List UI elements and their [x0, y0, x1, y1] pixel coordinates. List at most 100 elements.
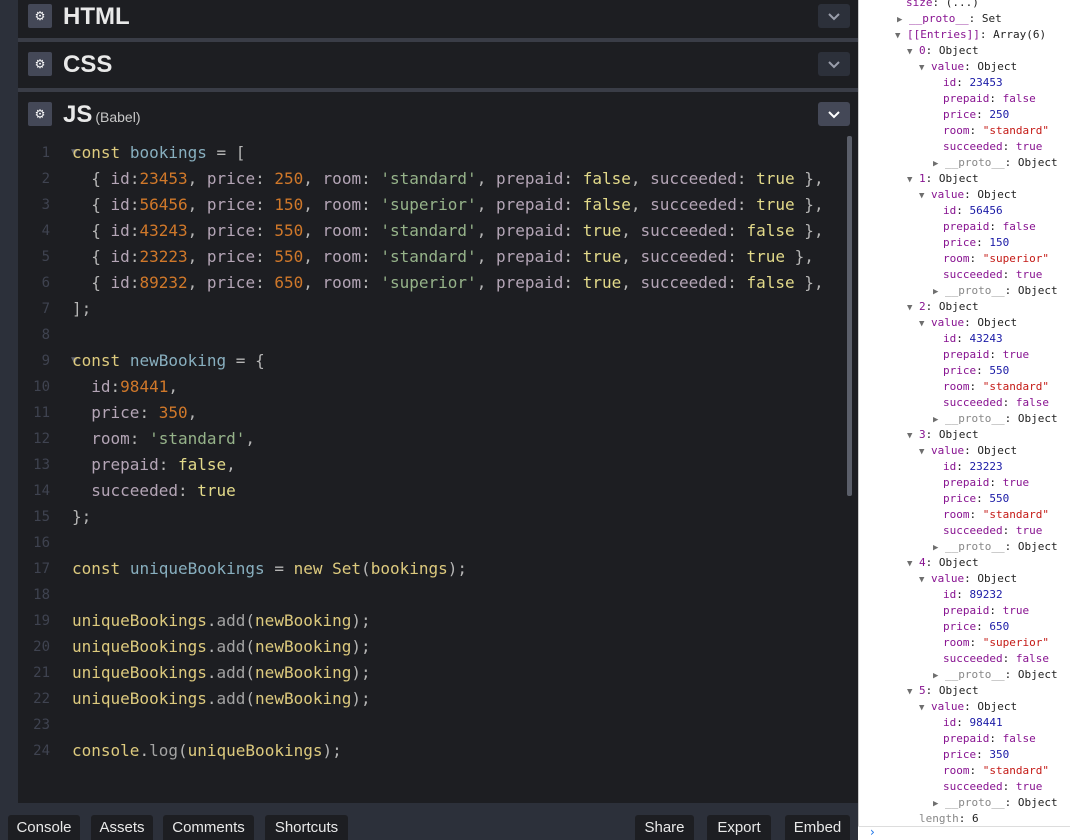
console-prop-id[interactable]: id: 43243 [943, 331, 1003, 347]
console-entry-proto[interactable]: ▶ __proto__: Object [933, 539, 1058, 556]
gear-icon[interactable]: ⚙ [28, 4, 52, 28]
code-line[interactable]: uniqueBookings.add(newBooking); [72, 686, 371, 712]
prompt-caret-icon: › [870, 825, 875, 839]
code-line[interactable]: const newBooking = { [72, 348, 265, 374]
html-panel-header[interactable]: ⚙ HTML [18, 0, 858, 38]
js-title-text: JS [63, 101, 93, 128]
code-line[interactable]: uniqueBookings.add(newBooking); [72, 660, 371, 686]
console-length[interactable]: length: 6 [919, 811, 979, 827]
console-entry-value[interactable]: ▼ value: Object [919, 443, 1017, 460]
assets-button[interactable]: Assets [91, 815, 153, 840]
console-entry-value[interactable]: ▼ value: Object [919, 315, 1017, 332]
console-entry-value[interactable]: ▼ value: Object [919, 187, 1017, 204]
console-entry-value[interactable]: ▼ value: Object [919, 571, 1017, 588]
code-line[interactable]: price: 350, [72, 400, 197, 426]
console-entry-1[interactable]: ▼ 1: Object [907, 171, 979, 188]
console-prop-room[interactable]: room: "standard" [943, 379, 1049, 395]
js-panel-header[interactable]: ⚙ JS (Babel) [18, 92, 858, 136]
code-line[interactable]: uniqueBookings.add(newBooking); [72, 634, 371, 660]
code-line[interactable]: prepaid: false, [72, 452, 236, 478]
console-prop-id[interactable]: id: 23223 [943, 459, 1003, 475]
js-panel-title: JS (Babel) [63, 101, 141, 129]
code-line[interactable]: { id:23223, price: 550, room: 'standard'… [72, 244, 814, 270]
code-line[interactable]: const uniqueBookings = new Set(bookings)… [72, 556, 467, 582]
share-button[interactable]: Share [635, 815, 694, 840]
code-line[interactable]: succeeded: true [72, 478, 236, 504]
gear-icon[interactable]: ⚙ [28, 102, 52, 126]
console-prop-prepaid[interactable]: prepaid: true [943, 475, 1029, 491]
console-entries[interactable]: ▼ [[Entries]]: Array(6) [895, 27, 1046, 44]
console-prop-succeeded[interactable]: succeeded: true [943, 779, 1042, 795]
console-entry-value[interactable]: ▼ value: Object [919, 699, 1017, 716]
console-prop-prepaid[interactable]: prepaid: false [943, 219, 1036, 235]
console-prop-succeeded[interactable]: succeeded: false [943, 395, 1049, 411]
chevron-down-icon[interactable] [818, 4, 850, 28]
console-prop-price[interactable]: price: 150 [943, 235, 1009, 251]
chevron-down-icon[interactable] [818, 102, 850, 126]
console-entry-proto[interactable]: ▶ __proto__: Object [933, 155, 1058, 172]
console-entry-4[interactable]: ▼ 4: Object [907, 555, 979, 572]
embed-button[interactable]: Embed [785, 815, 850, 840]
console-entry-proto[interactable]: ▶ __proto__: Object [933, 667, 1058, 684]
export-button[interactable]: Export [707, 815, 771, 840]
console-prop-price[interactable]: price: 650 [943, 619, 1009, 635]
shortcuts-button[interactable]: Shortcuts [265, 815, 348, 840]
console-entry-3[interactable]: ▼ 3: Object [907, 427, 979, 444]
console-prop-price[interactable]: price: 550 [943, 363, 1009, 379]
console-prop-prepaid[interactable]: prepaid: true [943, 347, 1029, 363]
console-prompt[interactable]: › [858, 825, 1070, 840]
console-entry-2[interactable]: ▼ 2: Object [907, 299, 979, 316]
console-prop-id[interactable]: id: 89232 [943, 587, 1003, 603]
console-prop-id[interactable]: id: 98441 [943, 715, 1003, 731]
console-prop-id[interactable]: id: 23453 [943, 75, 1003, 91]
console-prop-price[interactable]: price: 250 [943, 107, 1009, 123]
code-line[interactable]: uniqueBookings.add(newBooking); [72, 608, 371, 634]
console-prop-prepaid[interactable]: prepaid: true [943, 603, 1029, 619]
line-number: 5 [41, 249, 50, 265]
console-prop-price[interactable]: price: 550 [943, 491, 1009, 507]
console-entry-proto[interactable]: ▶ __proto__: Object [933, 283, 1058, 300]
code-line[interactable]: }; [72, 504, 91, 530]
editor-scrollbar[interactable] [847, 136, 852, 496]
console-entry-5[interactable]: ▼ 5: Object [907, 683, 979, 700]
code-line[interactable]: id:98441, [72, 374, 178, 400]
code-line[interactable]: { id:89232, price: 650, room: 'superior'… [72, 270, 823, 296]
console-prop-price[interactable]: price: 350 [943, 747, 1009, 763]
console-entry-0[interactable]: ▼ 0: Object [907, 43, 979, 60]
js-preprocessor-label: (Babel) [95, 109, 141, 125]
console-prop-succeeded[interactable]: succeeded: true [943, 139, 1042, 155]
line-number: 23 [33, 717, 50, 733]
console-prop-id[interactable]: id: 56456 [943, 203, 1003, 219]
line-number: 16 [33, 535, 50, 551]
console-prop-prepaid[interactable]: prepaid: false [943, 731, 1036, 747]
console-prop-succeeded[interactable]: succeeded: true [943, 523, 1042, 539]
console-prop-succeeded[interactable]: succeeded: false [943, 651, 1049, 667]
code-line[interactable]: { id:23453, price: 250, room: 'standard'… [72, 166, 823, 192]
code-line[interactable]: room: 'standard', [72, 426, 255, 452]
chevron-down-icon[interactable] [818, 52, 850, 76]
console-button[interactable]: Console [8, 815, 80, 840]
console-prop-prepaid[interactable]: prepaid: false [943, 91, 1036, 107]
console-prop-succeeded[interactable]: succeeded: true [943, 267, 1042, 283]
code-line[interactable]: const bookings = [ [72, 140, 245, 166]
css-panel-header[interactable]: ⚙ CSS [18, 42, 858, 88]
line-number: 20 [33, 639, 50, 655]
comments-button[interactable]: Comments [163, 815, 254, 840]
console-prop-room[interactable]: room: "superior" [943, 251, 1049, 267]
line-number: 8 [41, 327, 50, 343]
console-entry-value[interactable]: ▼ value: Object [919, 59, 1017, 76]
console-prop-room[interactable]: room: "standard" [943, 507, 1049, 523]
console-prop-room[interactable]: room: "standard" [943, 123, 1049, 139]
gear-icon[interactable]: ⚙ [28, 52, 52, 76]
js-code-editor[interactable]: 1 ▼ const bookings = [2 { id:23453, price:… [18, 136, 858, 803]
console-prop-room[interactable]: room: "standard" [943, 763, 1049, 779]
code-line[interactable]: { id:43243, price: 550, room: 'standard'… [72, 218, 823, 244]
console-set-proto[interactable]: ▶ __proto__: Set [897, 11, 1002, 28]
console-entry-proto[interactable]: ▶ __proto__: Object [933, 411, 1058, 428]
console-prop-room[interactable]: room: "superior" [943, 635, 1049, 651]
code-line[interactable]: { id:56456, price: 150, room: 'superior'… [72, 192, 823, 218]
code-line[interactable]: ]; [72, 296, 91, 322]
console-entry-proto[interactable]: ▶ __proto__: Object [933, 795, 1058, 812]
code-line[interactable]: console.log(uniqueBookings); [72, 738, 342, 764]
console-size[interactable]: size: (...) [906, 0, 979, 11]
